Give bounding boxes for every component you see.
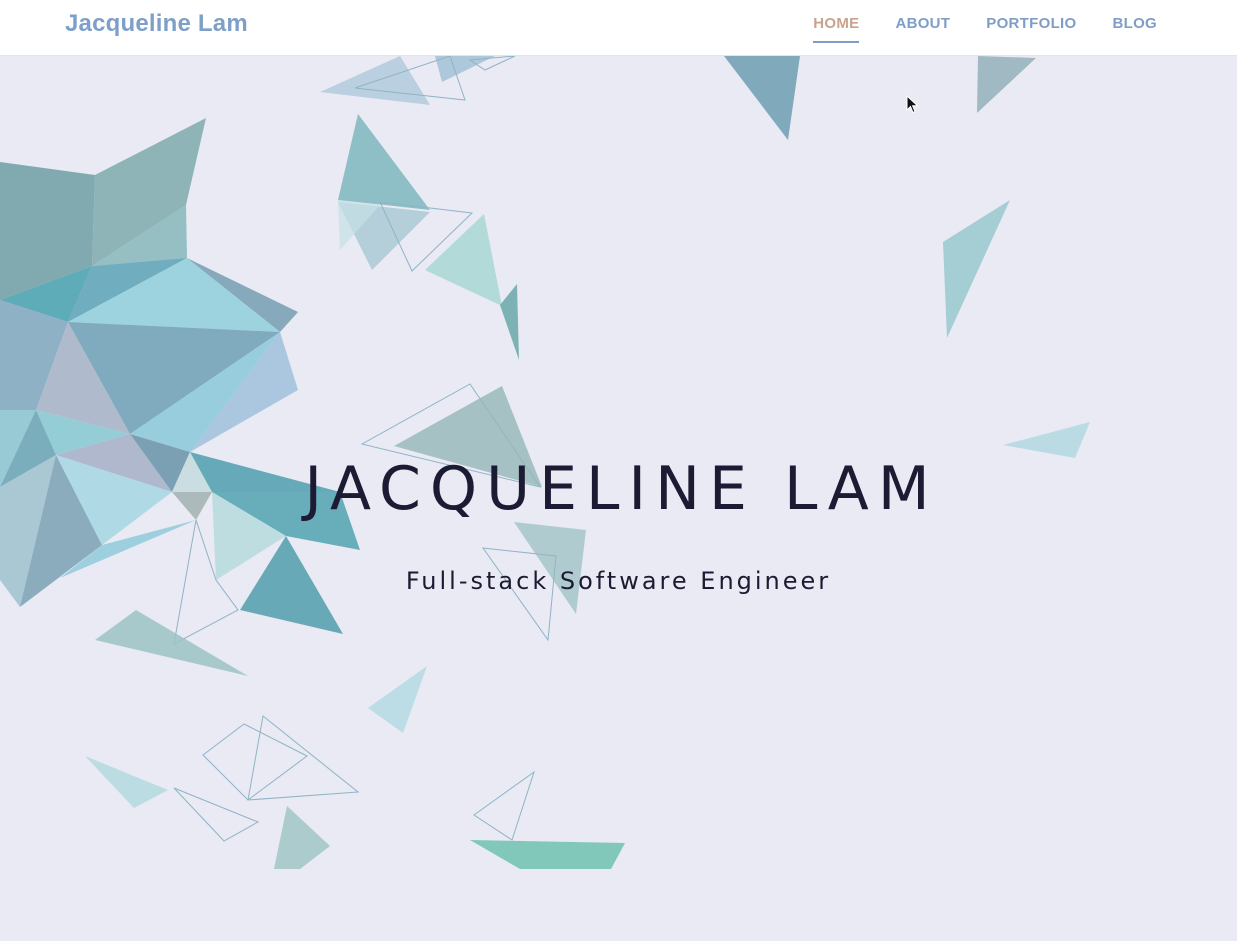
- nav-home-link[interactable]: HOME: [813, 15, 860, 43]
- hero-subtitle: Full-stack Software Engineer: [405, 567, 832, 595]
- hero-section: JACQUELINE LAM Full-stack Software Engin…: [0, 56, 1237, 941]
- nav-portfolio-link[interactable]: PORTFOLIO: [986, 15, 1076, 43]
- nav-about-link[interactable]: ABOUT: [895, 15, 950, 43]
- top-navbar: Jacqueline Lam HOME ABOUT PORTFOLIO BLOG: [0, 0, 1237, 56]
- main-nav: HOME ABOUT PORTFOLIO BLOG: [813, 15, 1157, 43]
- nav-blog-link[interactable]: BLOG: [1112, 15, 1157, 43]
- brand-logo-link[interactable]: Jacqueline Lam: [65, 10, 248, 38]
- mouse-pointer-icon: [906, 95, 919, 114]
- hero-title: JACQUELINE LAM: [304, 454, 939, 524]
